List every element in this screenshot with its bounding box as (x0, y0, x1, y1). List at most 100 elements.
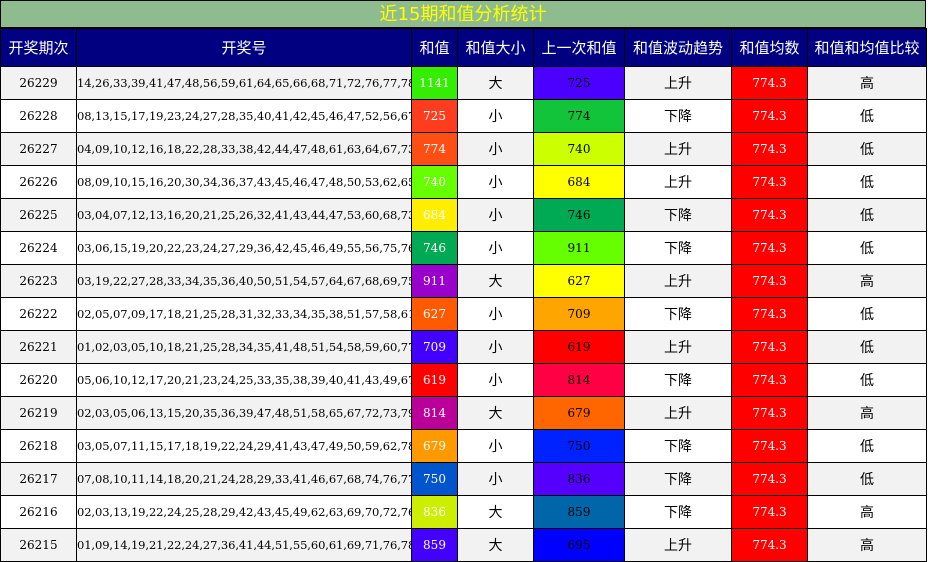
size-cell: 小 (457, 363, 534, 397)
table-row: 26228 08,13,15,17,19,23,24,27,28,35,40,41… (0, 99, 927, 133)
prev-sum-cell: 746 (533, 198, 625, 232)
issue-cell: 26216 (0, 495, 77, 529)
size-cell: 大 (457, 495, 534, 529)
sum-cell: 619 (411, 363, 458, 397)
table-row: 26215 01,09,14,19,21,22,24,27,36,41,44,51… (0, 528, 927, 562)
prev-sum-cell: 695 (533, 528, 625, 562)
trend-cell: 下降 (624, 231, 732, 265)
issue-cell: 26220 (0, 363, 77, 397)
trend-cell: 上升 (624, 330, 732, 364)
header-size: 和值大小 (457, 28, 534, 67)
trend-cell: 上升 (624, 132, 732, 166)
table-row: 26223 03,19,22,27,28,33,34,35,36,40,50,51… (0, 264, 927, 298)
issue-cell: 26227 (0, 132, 77, 166)
trend-cell: 上升 (624, 396, 732, 430)
avg-cell: 774.3 (731, 495, 808, 529)
sum-cell: 859 (411, 528, 458, 562)
trend-cell: 上升 (624, 264, 732, 298)
issue-cell: 26224 (0, 231, 77, 265)
size-cell: 小 (457, 462, 534, 496)
sum-analysis-table: 开奖期次 开奖号 和值 和值大小 上一次和值 和值波动趋势 和值均数 和值和均值… (0, 28, 927, 562)
table-row: 26217 07,08,10,11,14,18,20,21,24,28,29,33… (0, 462, 927, 496)
numbers-cell: 14,26,33,39,41,47,48,56,59,61,64,65,66,6… (76, 66, 412, 100)
table-row: 26218 03,05,07,11,15,17,18,19,22,24,29,41… (0, 429, 927, 463)
trend-cell: 上升 (624, 528, 732, 562)
prev-sum-cell: 627 (533, 264, 625, 298)
trend-cell: 上升 (624, 165, 732, 199)
table-row: 26224 03,06,15,19,20,22,23,24,27,29,36,42… (0, 231, 927, 265)
size-cell: 小 (457, 330, 534, 364)
size-cell: 小 (457, 297, 534, 331)
trend-cell: 下降 (624, 462, 732, 496)
prev-sum-cell: 725 (533, 66, 625, 100)
prev-sum-cell: 859 (533, 495, 625, 529)
prev-sum-cell: 814 (533, 363, 625, 397)
header-compare: 和值和均值比较 (807, 28, 927, 67)
compare-cell: 低 (807, 297, 927, 331)
numbers-cell: 01,02,03,05,10,18,21,25,28,34,35,41,48,5… (76, 330, 412, 364)
numbers-cell: 02,03,05,06,13,15,20,35,36,39,47,48,51,5… (76, 396, 412, 430)
compare-cell: 低 (807, 165, 927, 199)
issue-cell: 26229 (0, 66, 77, 100)
table-row: 26226 08,09,10,15,16,20,30,34,36,37,43,45… (0, 165, 927, 199)
avg-cell: 774.3 (731, 297, 808, 331)
numbers-cell: 05,06,10,12,17,20,21,23,24,25,33,35,38,3… (76, 363, 412, 397)
compare-cell: 低 (807, 132, 927, 166)
page-title: 近15期和值分析统计 (0, 0, 926, 28)
sum-cell: 836 (411, 495, 458, 529)
numbers-cell: 07,08,10,11,14,18,20,21,24,28,29,33,41,4… (76, 462, 412, 496)
avg-cell: 774.3 (731, 429, 808, 463)
prev-sum-cell: 679 (533, 396, 625, 430)
issue-cell: 26217 (0, 462, 77, 496)
compare-cell: 高 (807, 495, 927, 529)
numbers-cell: 03,04,07,12,13,16,20,21,25,26,32,41,43,4… (76, 198, 412, 232)
issue-cell: 26221 (0, 330, 77, 364)
prev-sum-cell: 740 (533, 132, 625, 166)
compare-cell: 低 (807, 429, 927, 463)
table-row: 26219 02,03,05,06,13,15,20,35,36,39,47,48… (0, 396, 927, 430)
issue-cell: 26223 (0, 264, 77, 298)
prev-sum-cell: 619 (533, 330, 625, 364)
prev-sum-cell: 684 (533, 165, 625, 199)
compare-cell: 低 (807, 99, 927, 133)
trend-cell: 下降 (624, 363, 732, 397)
sum-cell: 911 (411, 264, 458, 298)
size-cell: 小 (457, 99, 534, 133)
numbers-cell: 02,03,13,19,22,24,25,28,29,42,43,45,49,6… (76, 495, 412, 529)
sum-cell: 1141 (411, 66, 458, 100)
numbers-cell: 02,05,07,09,17,18,21,25,28,31,32,33,34,3… (76, 297, 412, 331)
issue-cell: 26219 (0, 396, 77, 430)
sum-cell: 740 (411, 165, 458, 199)
sum-cell: 725 (411, 99, 458, 133)
sum-cell: 750 (411, 462, 458, 496)
table-row: 26222 02,05,07,09,17,18,21,25,28,31,32,33… (0, 297, 927, 331)
numbers-cell: 01,09,14,19,21,22,24,27,36,41,44,51,55,6… (76, 528, 412, 562)
trend-cell: 下降 (624, 99, 732, 133)
sum-cell: 684 (411, 198, 458, 232)
sum-cell: 627 (411, 297, 458, 331)
header-issue: 开奖期次 (0, 28, 77, 67)
size-cell: 大 (457, 264, 534, 298)
size-cell: 小 (457, 231, 534, 265)
table-row: 26220 05,06,10,12,17,20,21,23,24,25,33,35… (0, 363, 927, 397)
size-cell: 小 (457, 132, 534, 166)
trend-cell: 下降 (624, 495, 732, 529)
avg-cell: 774.3 (731, 231, 808, 265)
avg-cell: 774.3 (731, 66, 808, 100)
avg-cell: 774.3 (731, 99, 808, 133)
compare-cell: 低 (807, 198, 927, 232)
table-row: 26227 04,09,10,12,16,18,22,28,33,38,42,44… (0, 132, 927, 166)
header-prev-sum: 上一次和值 (533, 28, 625, 67)
compare-cell: 低 (807, 231, 927, 265)
trend-cell: 上升 (624, 66, 732, 100)
compare-cell: 低 (807, 363, 927, 397)
sum-cell: 774 (411, 132, 458, 166)
avg-cell: 774.3 (731, 132, 808, 166)
sum-cell: 746 (411, 231, 458, 265)
trend-cell: 下降 (624, 198, 732, 232)
avg-cell: 774.3 (731, 363, 808, 397)
size-cell: 小 (457, 165, 534, 199)
prev-sum-cell: 774 (533, 99, 625, 133)
header-avg: 和值均数 (731, 28, 808, 67)
numbers-cell: 03,06,15,19,20,22,23,24,27,29,36,42,45,4… (76, 231, 412, 265)
